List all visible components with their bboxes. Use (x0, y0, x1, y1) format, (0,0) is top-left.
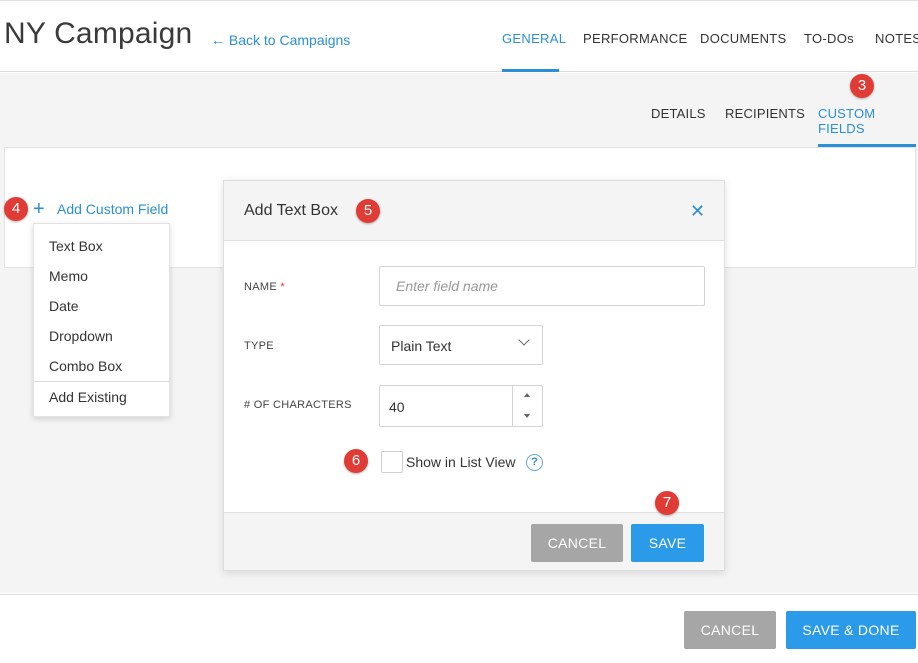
active-tab-indicator (502, 69, 559, 72)
page-footer: CANCEL SAVE & DONE (0, 594, 918, 663)
show-in-list-checkbox[interactable] (381, 451, 403, 473)
subtab-custom-fields[interactable]: CUSTOM FIELDS (818, 106, 918, 136)
tab-notes[interactable]: NOTES (875, 31, 918, 46)
spin-up-icon[interactable] (513, 386, 542, 406)
tab-todos[interactable]: TO-DOs (804, 31, 854, 46)
tab-performance[interactable]: PERFORMANCE (583, 31, 687, 46)
dialog-header: Add Text Box ✕ (224, 181, 724, 241)
subtab-recipients[interactable]: RECIPIENTS (725, 106, 805, 121)
page-cancel-button[interactable]: CANCEL (684, 611, 776, 649)
menu-item-add-existing[interactable]: Add Existing (49, 389, 127, 405)
menu-item-dropdown[interactable]: Dropdown (49, 328, 113, 344)
add-custom-field-label: Add Custom Field (57, 201, 169, 217)
type-label: TYPE (244, 340, 274, 352)
menu-item-text-box[interactable]: Text Box (49, 238, 103, 254)
spin-down-icon[interactable] (513, 406, 542, 426)
annotation-badge-5: 5 (356, 199, 380, 223)
close-icon[interactable]: ✕ (690, 201, 705, 221)
dialog-title: Add Text Box (244, 202, 338, 219)
characters-value: 40 (389, 399, 405, 415)
name-label: NAME * (244, 281, 285, 293)
field-name-input[interactable] (379, 266, 705, 306)
add-custom-field-button[interactable]: + Add Custom Field (33, 199, 168, 219)
add-text-box-dialog: Add Text Box ✕ NAME * TYPE Plain Text # … (223, 180, 725, 571)
type-select[interactable]: Plain Text (379, 325, 543, 365)
chevron-down-icon (518, 334, 530, 346)
menu-item-combo-box[interactable]: Combo Box (49, 358, 122, 374)
field-type-menu: Text Box Memo Date Dropdown Combo Box Ad… (33, 223, 170, 417)
dialog-save-button[interactable]: SAVE (631, 524, 704, 562)
dialog-footer: CANCEL SAVE (224, 512, 724, 570)
annotation-badge-7: 7 (655, 491, 679, 515)
annotation-badge-4: 4 (4, 197, 28, 221)
back-to-campaigns-link[interactable]: ← Back to Campaigns (211, 32, 350, 48)
page-title: NY Campaign (4, 17, 193, 50)
required-marker: * (280, 281, 285, 293)
annotation-badge-6: 6 (344, 449, 368, 473)
save-and-done-button[interactable]: SAVE & DONE (786, 611, 916, 649)
characters-stepper[interactable]: 40 (379, 385, 543, 427)
show-in-list-label: Show in List View (406, 454, 516, 470)
tab-documents[interactable]: DOCUMENTS (700, 31, 786, 46)
subtab-details[interactable]: DETAILS (651, 106, 706, 121)
tab-general[interactable]: GENERAL (502, 31, 566, 46)
menu-item-memo[interactable]: Memo (49, 268, 88, 284)
plus-icon: + (33, 198, 45, 220)
page-header: NY Campaign ← Back to Campaigns GENERAL … (0, 0, 918, 72)
help-icon[interactable]: ? (526, 454, 543, 471)
type-select-value: Plain Text (391, 338, 452, 354)
annotation-badge-3: 3 (850, 74, 874, 98)
menu-divider (34, 381, 169, 382)
dialog-cancel-button[interactable]: CANCEL (531, 524, 623, 562)
name-label-text: NAME (244, 281, 277, 293)
menu-item-date[interactable]: Date (49, 298, 79, 314)
chars-label: # OF CHARACTERS (244, 399, 352, 411)
